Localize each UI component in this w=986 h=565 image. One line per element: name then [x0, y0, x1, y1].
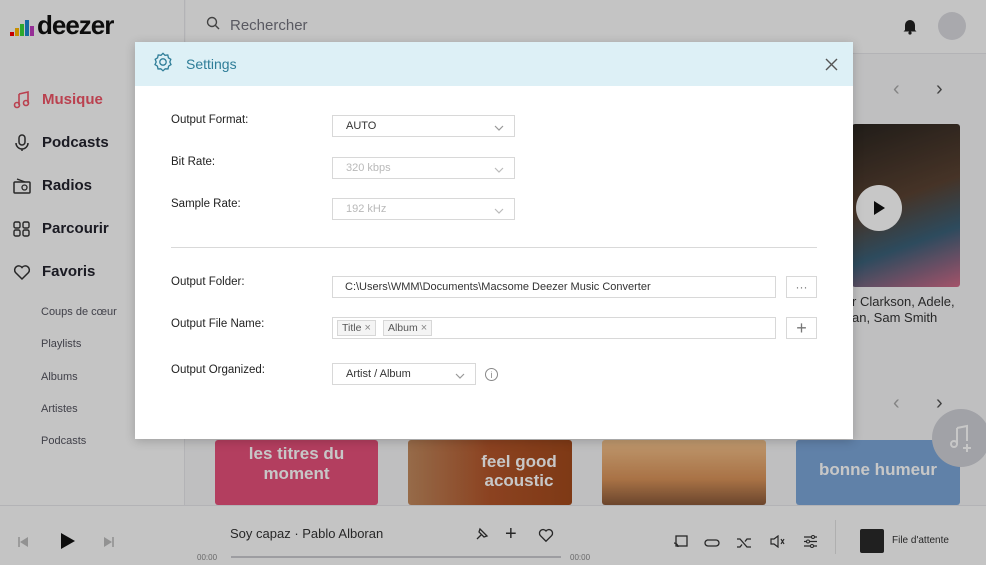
gear-icon [152, 51, 174, 78]
output-folder-label: Output Folder: [171, 276, 245, 288]
info-icon[interactable]: i [485, 368, 498, 381]
sample-rate-select[interactable]: 192 kHz [332, 198, 515, 220]
output-format-select[interactable]: AUTO [332, 115, 515, 137]
browse-folder-button[interactable]: ··· [786, 276, 817, 298]
sample-rate-label: Sample Rate: [171, 198, 241, 210]
remove-tag-icon[interactable]: × [421, 318, 427, 338]
chevron-down-icon [494, 162, 504, 182]
section-divider [171, 247, 817, 248]
remove-tag-icon[interactable]: × [364, 318, 370, 338]
settings-dialog: Settings Output Format: AUTO Bit Rate: 3… [135, 42, 853, 439]
close-icon [825, 58, 837, 70]
file-name-tag[interactable]: Album × [382, 318, 433, 338]
sample-rate-value: 192 kHz [346, 203, 387, 215]
output-file-name-label: Output File Name: [171, 318, 265, 330]
output-organized-label: Output Organized: [171, 364, 265, 376]
bit-rate-value: 320 kbps [346, 162, 391, 174]
chevron-down-icon [494, 120, 504, 140]
output-organized-value: Artist / Album [346, 368, 411, 380]
chevron-down-icon [455, 368, 465, 388]
add-tag-button[interactable]: + [786, 317, 817, 339]
bit-rate-label: Bit Rate: [171, 156, 216, 168]
output-organized-select[interactable]: Artist / Album [332, 363, 476, 385]
output-folder-field[interactable]: C:\Users\WMM\Documents\Macsome Deezer Mu… [332, 276, 776, 298]
dialog-title: Settings [186, 56, 237, 72]
output-format-label: Output Format: [171, 114, 249, 126]
dialog-header: Settings [135, 42, 853, 86]
output-format-value: AUTO [346, 120, 377, 132]
close-button[interactable] [821, 54, 841, 74]
chevron-down-icon [494, 203, 504, 223]
output-file-name-field[interactable]: Title × Album × [332, 317, 776, 339]
file-name-tag[interactable]: Title × [337, 320, 376, 336]
bit-rate-select[interactable]: 320 kbps [332, 157, 515, 179]
